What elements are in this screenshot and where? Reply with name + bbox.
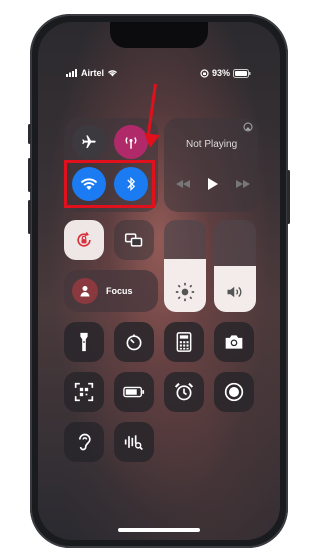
hearing-button[interactable] xyxy=(64,422,104,462)
qr-code-icon xyxy=(74,382,94,402)
battery-mode-icon xyxy=(123,386,145,398)
airplane-icon xyxy=(82,135,96,148)
person-icon xyxy=(80,286,90,297)
rotation-lock-icon xyxy=(77,231,91,247)
focus-label: Focus xyxy=(106,286,133,296)
status-right: 93% xyxy=(200,68,251,78)
alarm-button[interactable] xyxy=(164,372,204,412)
home-indicator[interactable] xyxy=(118,528,200,532)
battery-percent: 93% xyxy=(212,68,231,78)
ear-icon xyxy=(79,433,91,451)
orientation-lock-button[interactable] xyxy=(64,220,104,260)
volume-slider[interactable] xyxy=(214,220,256,312)
camera-icon xyxy=(225,335,243,349)
screen-recording-button[interactable] xyxy=(214,372,254,412)
low-power-mode-button[interactable] xyxy=(114,372,154,412)
fast-forward-icon[interactable] xyxy=(236,180,250,188)
highlight-arrow-head xyxy=(142,132,160,150)
sound-recognition-button[interactable] xyxy=(114,422,154,462)
alarm-clock-icon xyxy=(174,382,194,401)
timer-icon xyxy=(126,334,142,351)
timer-button[interactable] xyxy=(114,322,154,362)
status-left: Airtel xyxy=(66,68,118,78)
record-icon xyxy=(224,382,244,402)
calculator-button[interactable] xyxy=(164,322,204,362)
airplay-icon[interactable] xyxy=(243,122,253,132)
notch xyxy=(110,22,208,48)
volume-down-button xyxy=(28,200,31,234)
antenna-icon xyxy=(125,137,137,149)
speaker-icon xyxy=(227,286,242,298)
calculator-icon xyxy=(176,332,192,352)
orientation-lock-icon xyxy=(200,68,209,78)
focus-button[interactable]: Focus xyxy=(64,270,158,312)
play-icon[interactable] xyxy=(208,178,218,190)
now-playing-tile[interactable] xyxy=(164,118,258,212)
sound-recognition-icon xyxy=(124,435,143,451)
airplane-mode-button[interactable] xyxy=(72,125,106,159)
screen-mirroring-icon xyxy=(124,233,143,247)
camera-button[interactable] xyxy=(214,322,254,362)
now-playing-title: Not Playing xyxy=(186,139,238,150)
flashlight-icon xyxy=(80,332,88,352)
qr-scanner-button[interactable] xyxy=(64,372,104,412)
focus-icon-bg xyxy=(72,278,98,304)
flashlight-button[interactable] xyxy=(64,322,104,362)
wifi-status-icon xyxy=(108,70,117,77)
brightness-slider[interactable] xyxy=(164,220,206,312)
screen-mirroring-button[interactable] xyxy=(114,220,154,260)
rewind-icon[interactable] xyxy=(176,180,190,188)
side-button xyxy=(28,124,31,144)
battery-icon xyxy=(233,68,251,78)
brightness-icon xyxy=(175,282,195,302)
power-button xyxy=(287,170,290,224)
signal-icon xyxy=(66,69,77,77)
carrier-label: Airtel xyxy=(81,68,105,78)
media-controls xyxy=(176,178,250,190)
volume-up-button xyxy=(28,158,31,192)
highlight-box xyxy=(64,160,155,208)
